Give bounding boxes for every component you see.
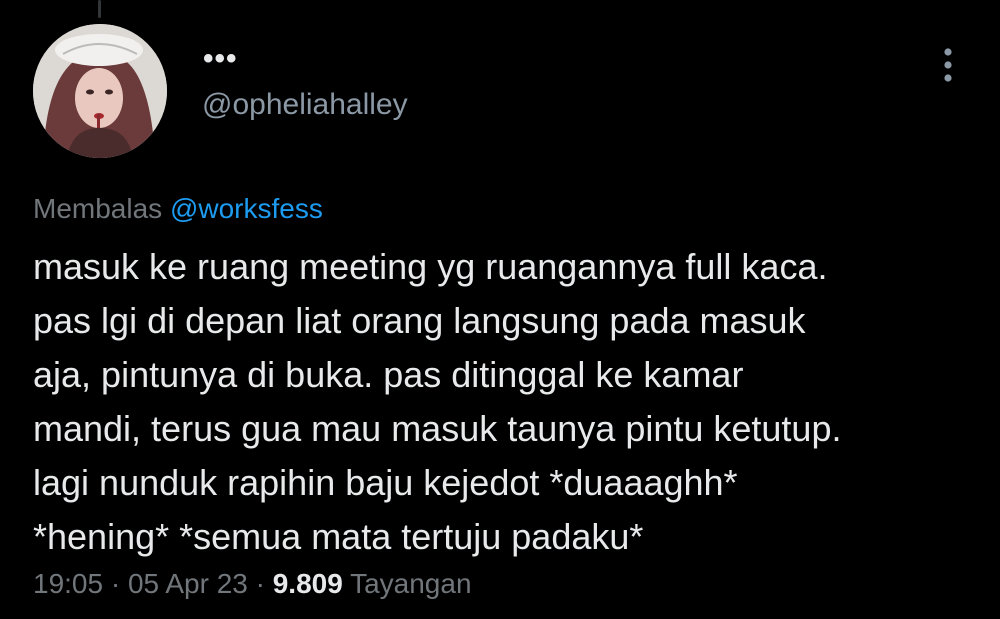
reply-prefix: Membalas [33, 193, 163, 224]
thread-connector-line [98, 0, 101, 18]
reply-mention-link[interactable]: @worksfess [170, 193, 323, 224]
views-label: Tayangan [350, 568, 472, 599]
tweet-metadata: 19:05 · 05 Apr 23 · 9.809 Tayangan [33, 566, 472, 602]
avatar[interactable] [33, 24, 167, 158]
tweet-date[interactable]: 05 Apr 23 [128, 568, 248, 599]
meta-separator: · [255, 568, 265, 599]
more-vertical-icon [944, 48, 952, 82]
display-name[interactable]: ••• [203, 44, 238, 74]
meta-separator: · [110, 568, 121, 599]
more-options-button[interactable] [930, 42, 966, 88]
views-count[interactable]: 9.809 [273, 568, 343, 599]
reply-context: Membalas @worksfess [33, 191, 323, 227]
user-handle[interactable]: @opheliahalley [202, 87, 408, 123]
avatar-photo [33, 24, 167, 158]
tweet-text: masuk ke ruang meeting yg ruangannya ful… [33, 246, 842, 557]
tweet-time[interactable]: 19:05 [33, 568, 103, 599]
